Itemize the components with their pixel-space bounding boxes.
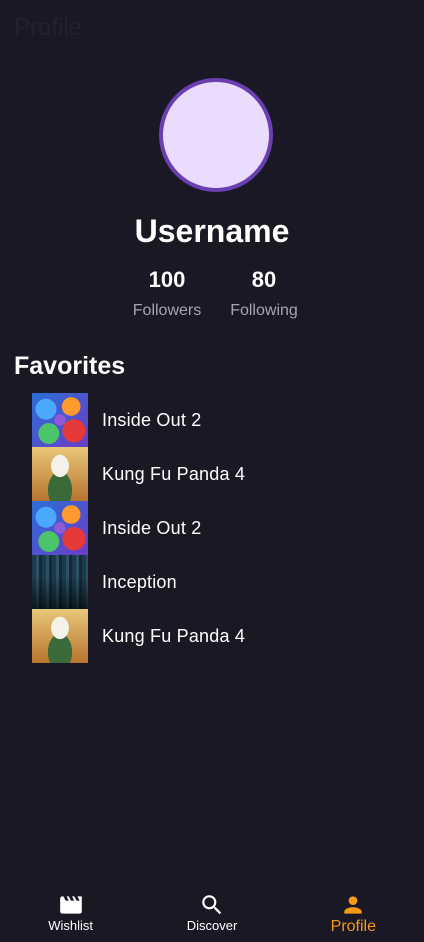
clapperboard-icon <box>59 896 82 914</box>
favorite-item[interactable]: Inside Out 2 <box>32 393 245 447</box>
nav-wishlist[interactable]: Wishlist <box>0 882 141 942</box>
nav-label: Wishlist <box>48 918 94 933</box>
following-stat[interactable]: 80 Following <box>219 265 309 320</box>
person-icon <box>344 896 362 914</box>
username: Username <box>134 213 290 249</box>
followers-label: Followers <box>132 302 202 319</box>
nav-label: Discover <box>186 918 238 933</box>
favorite-item[interactable]: Inception <box>32 555 245 609</box>
kung-fu-panda-4-poster <box>32 609 88 663</box>
favorite-item[interactable]: Inside Out 2 <box>32 501 245 555</box>
search-icon <box>202 895 222 915</box>
page-title: Profile <box>14 14 83 41</box>
favorite-title: Inside Out 2 <box>102 517 202 538</box>
nav-label: Profile <box>330 918 376 935</box>
favorite-title: Kung Fu Panda 4 <box>102 463 246 484</box>
favorite-title: Inception <box>102 571 177 592</box>
favorite-item[interactable]: Kung Fu Panda 4 <box>32 447 245 501</box>
inside-out-2-poster <box>32 393 88 447</box>
favorites-heading: Favorites <box>14 352 126 380</box>
inception-poster <box>32 555 88 609</box>
kung-fu-panda-4-poster <box>32 447 88 501</box>
followers-count: 100 <box>148 267 186 292</box>
nav-profile[interactable]: Profile <box>283 882 424 942</box>
favorites-list: Inside Out 2 Kung Fu Panda 4 Inside Out … <box>32 393 245 663</box>
bottom-navigation: Wishlist Discover Profile <box>0 882 424 942</box>
avatar[interactable] <box>159 78 273 192</box>
favorite-title: Kung Fu Panda 4 <box>102 625 246 646</box>
nav-discover[interactable]: Discover <box>141 882 282 942</box>
followers-stat[interactable]: 100 Followers <box>122 265 212 320</box>
following-count: 80 <box>251 267 277 292</box>
inside-out-2-poster <box>32 501 88 555</box>
favorite-title: Inside Out 2 <box>102 409 202 430</box>
favorite-item[interactable]: Kung Fu Panda 4 <box>32 609 245 663</box>
following-label: Following <box>230 302 298 319</box>
